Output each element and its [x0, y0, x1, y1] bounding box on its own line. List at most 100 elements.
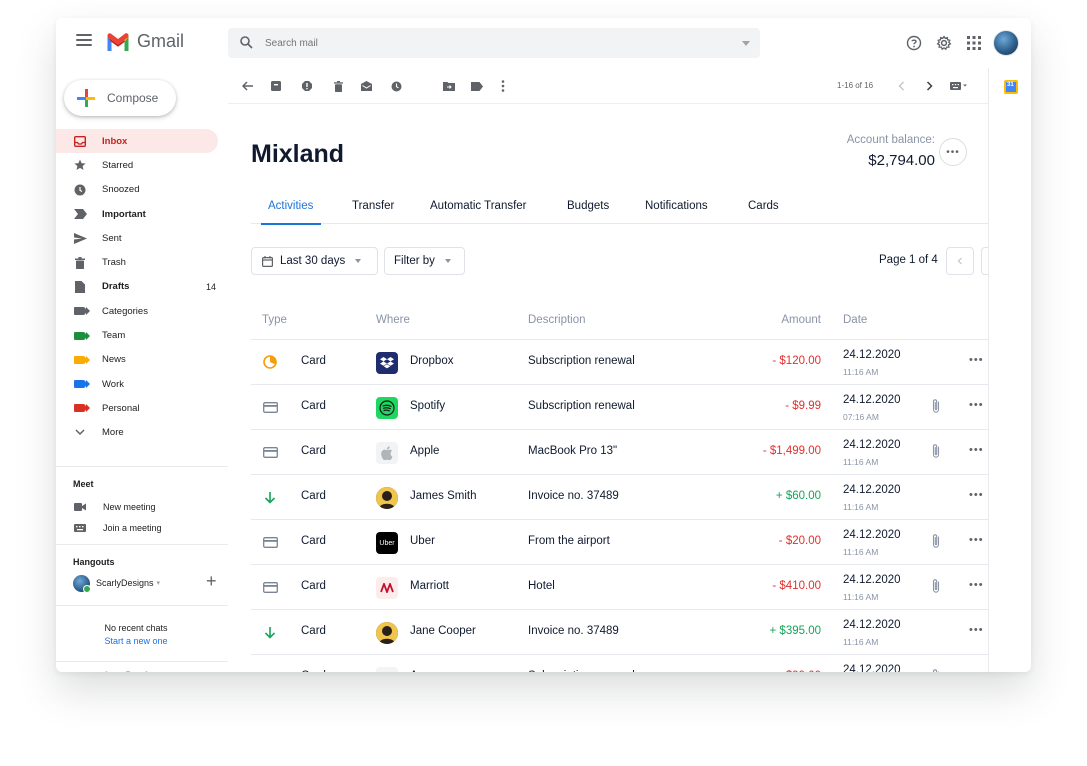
mark-unread-icon[interactable]: [359, 79, 373, 93]
chevron-down-icon: ▾: [156, 580, 161, 587]
more-options-button[interactable]: •••: [939, 138, 967, 166]
next-page-button[interactable]: [981, 247, 988, 275]
search-icon[interactable]: [240, 36, 253, 49]
row-more-icon[interactable]: •••: [969, 669, 984, 672]
join-meeting-item[interactable]: Join a meeting: [56, 518, 228, 538]
attachment-icon[interactable]: [931, 668, 941, 672]
tab-automatic-transfer[interactable]: Automatic Transfer: [430, 200, 527, 224]
move-to-icon[interactable]: [442, 79, 456, 93]
sidebar-item-starred[interactable]: Starred: [56, 153, 228, 177]
prev-page-button[interactable]: [946, 247, 974, 275]
calendar-icon[interactable]: [1004, 80, 1018, 94]
col-type[interactable]: Type: [262, 314, 287, 326]
filter-dropdown[interactable]: Filter by: [384, 247, 465, 275]
sidebar-divider: [56, 466, 228, 467]
apps-grid-icon[interactable]: [959, 28, 989, 58]
col-description[interactable]: Description: [528, 314, 586, 326]
main-menu-icon[interactable]: [76, 34, 92, 46]
delete-icon[interactable]: [331, 79, 345, 93]
sidebar-item-news[interactable]: News: [56, 348, 228, 372]
more-vert-icon[interactable]: [496, 79, 510, 93]
row-more-icon[interactable]: •••: [969, 579, 984, 591]
trash-icon: [73, 256, 87, 270]
sidebar-item-snoozed[interactable]: Snoozed: [56, 178, 228, 202]
start-new-chat-link[interactable]: Start a new one: [56, 636, 216, 646]
phone-icon[interactable]: [144, 671, 156, 672]
chevron-right-icon[interactable]: [922, 79, 936, 93]
person-icon[interactable]: [101, 671, 112, 672]
compose-button[interactable]: Compose: [64, 80, 176, 116]
table-row[interactable]: Card Jane Cooper Invoice no. 37489 + $395.0…: [251, 610, 988, 655]
tab-budgets[interactable]: Budgets: [567, 200, 609, 224]
settings-gear-icon[interactable]: [929, 28, 959, 58]
row-more-icon[interactable]: •••: [969, 489, 984, 501]
row-more-icon[interactable]: •••: [969, 444, 984, 456]
col-date[interactable]: Date: [843, 314, 867, 326]
attachment-icon[interactable]: [931, 443, 941, 464]
chevron-down-icon: [444, 259, 451, 263]
gmail-logo[interactable]: Gmail: [106, 31, 184, 52]
table-row[interactable]: Card Dropbox Subscription renewal - $120.00…: [251, 340, 988, 385]
table-row[interactable]: Card Apple MacBook Pro 13" - $1,499.00 24.12…: [251, 430, 988, 475]
tab-activities[interactable]: Activities: [260, 200, 322, 225]
report-spam-icon[interactable]: [300, 79, 314, 93]
sidebar-item-categories[interactable]: Categories: [56, 299, 228, 323]
input-tools-icon[interactable]: [948, 79, 970, 93]
logo-text: Uber: [379, 539, 395, 547]
search-options-icon[interactable]: [742, 41, 750, 46]
row-more-icon[interactable]: •••: [969, 399, 984, 411]
help-icon[interactable]: [899, 28, 929, 58]
sidebar-item-work[interactable]: Work: [56, 372, 228, 396]
snooze-icon[interactable]: [389, 79, 403, 93]
chevron-left-icon[interactable]: [894, 79, 908, 93]
col-amount[interactable]: Amount: [781, 314, 821, 326]
cell-time: 07:16 AM: [843, 412, 879, 422]
sidebar-item-trash[interactable]: Trash: [56, 250, 228, 274]
cell-time: 11:16 AM: [843, 637, 879, 647]
tab-cards[interactable]: Cards: [748, 200, 779, 224]
page-title: Mixland: [251, 140, 345, 168]
table-row[interactable]: Card James Smith Invoice no. 37489 + $60.00…: [251, 475, 988, 520]
cell-type: Card: [301, 670, 326, 672]
row-more-icon[interactable]: •••: [969, 624, 984, 636]
label-icon[interactable]: [470, 79, 484, 93]
inbox-icon: [73, 134, 87, 148]
account-avatar[interactable]: [993, 30, 1019, 56]
sidebar-item-inbox[interactable]: Inbox: [56, 129, 218, 154]
chevron-left-icon: [957, 257, 962, 265]
table-row[interactable]: Card Marriott Hotel - $410.00 24.12.2020 11:1…: [251, 565, 988, 610]
col-where[interactable]: Where: [376, 314, 410, 326]
attachment-icon[interactable]: [931, 578, 941, 599]
sidebar-item-team[interactable]: Team: [56, 323, 228, 347]
table-row[interactable]: Card a Amazon Subscription renewal - $99.00 2…: [251, 655, 988, 672]
attachment-icon[interactable]: [931, 398, 941, 419]
sidebar-item-drafts[interactable]: Drafts 14: [56, 275, 228, 299]
table-row[interactable]: Card Spotify Subscription renewal - $9.99 24…: [251, 385, 988, 430]
add-chat-icon[interactable]: +: [206, 572, 217, 590]
hangouts-user[interactable]: ScarlyDesigns ▾: [73, 573, 223, 593]
date-range-dropdown[interactable]: Last 30 days: [251, 247, 378, 275]
card-icon: [262, 400, 278, 414]
search-bar[interactable]: [228, 28, 760, 58]
sidebar-item-personal[interactable]: Personal: [56, 396, 228, 420]
tab-transfer[interactable]: Transfer: [352, 200, 394, 224]
search-input[interactable]: [265, 34, 705, 52]
balance-value: $2,794.00: [868, 152, 935, 169]
attachment-icon[interactable]: [931, 533, 941, 554]
sidebar-item-important[interactable]: Important: [56, 202, 228, 226]
archive-icon[interactable]: [269, 79, 283, 93]
sidebar-item-more[interactable]: More: [56, 421, 228, 445]
row-more-icon[interactable]: •••: [969, 354, 984, 366]
cell-description: Subscription renewal: [528, 670, 635, 672]
row-more-icon[interactable]: •••: [969, 534, 984, 546]
date-range-label: Last 30 days: [280, 255, 346, 267]
new-meeting-item[interactable]: New meeting: [56, 497, 228, 517]
tab-notifications[interactable]: Notifications: [645, 200, 708, 224]
tab-bar: Activities Transfer Automatic Transfer B…: [251, 200, 988, 225]
table-row[interactable]: Card Uber Uber From the airport - $20.00 24.1…: [251, 520, 988, 565]
cell-date: 24.12.2020: [843, 394, 901, 406]
sidebar-item-sent[interactable]: Sent: [56, 226, 228, 250]
back-arrow-icon[interactable]: [240, 79, 254, 93]
hangouts-chat-icon[interactable]: [122, 671, 134, 672]
cell-where: Uber: [410, 535, 435, 547]
